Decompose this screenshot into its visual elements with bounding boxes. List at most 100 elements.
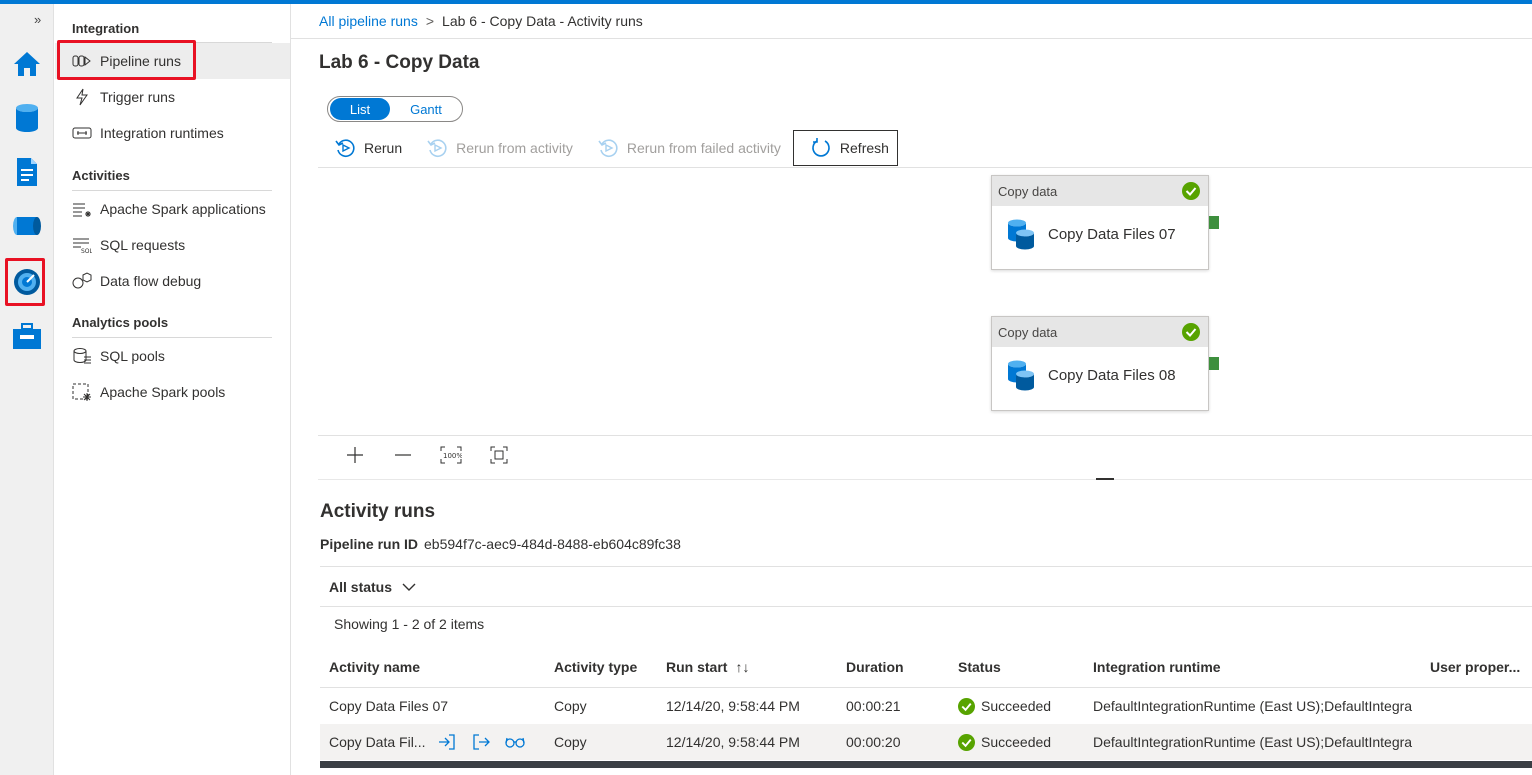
cell-integration-runtime: DefaultIntegrationRuntime (East US);Defa…: [1093, 734, 1413, 750]
cell-activity-type: Copy: [554, 734, 587, 750]
activity-output-port[interactable]: [1209, 357, 1219, 370]
expand-icon[interactable]: »: [34, 12, 41, 27]
run-id-value: eb594f7c-aec9-484d-8488-eb604c89fc38: [424, 536, 681, 552]
cell-integration-runtime: DefaultIntegrationRuntime (East US);Defa…: [1093, 698, 1413, 714]
pipeline-canvas: Copy data Copy Data Files 07 Copy data C…: [318, 169, 1532, 437]
rerun-from-activity-button[interactable]: Rerun from activity: [410, 130, 581, 166]
cell-duration: 00:00:20: [846, 734, 901, 750]
left-icon-rail: »: [0, 4, 54, 775]
run-id-label: Pipeline run ID: [320, 536, 419, 552]
rerun-button[interactable]: Rerun: [318, 130, 410, 166]
activity-card-body: Copy Data Files 07: [992, 206, 1208, 262]
refresh-icon: [810, 137, 832, 159]
divider: [318, 479, 1532, 480]
success-check-icon: [1182, 323, 1200, 341]
copy-data-icon: [1006, 218, 1036, 250]
nav-item-label: Data flow debug: [100, 273, 202, 289]
cell-status: Succeeded: [958, 724, 1088, 760]
integrate-icon[interactable]: [11, 210, 43, 242]
details-glasses-icon[interactable]: [505, 733, 526, 751]
activity-card-header: Copy data: [992, 317, 1208, 347]
rerun-icon: [334, 137, 356, 159]
divider: [318, 435, 1532, 436]
integration-runtime-icon: [72, 123, 92, 143]
cell-activity-type: Copy: [554, 698, 587, 714]
cell-activity-name: Copy Data Files 07: [329, 698, 449, 714]
success-check-icon: [1182, 182, 1200, 200]
develop-icon[interactable]: [11, 156, 43, 188]
monitor-nav-panel: Integration Pipeline runs Trigger runs I…: [55, 4, 291, 775]
pipeline-runs-highlight-box: [57, 40, 196, 80]
activity-card-header: Copy data: [992, 176, 1208, 206]
nav-item-label: Apache Spark applications: [100, 201, 266, 217]
cell-activity-name: Copy Data Fil...: [329, 724, 539, 760]
page-title: Lab 6 - Copy Data: [319, 52, 480, 73]
pipeline-run-id: Pipeline run ID eb594f7c-aec9-484d-8488-…: [320, 536, 681, 552]
pane-resize-handle[interactable]: [1096, 478, 1114, 480]
column-header[interactable]: Activity type: [554, 646, 654, 687]
table-row[interactable]: Copy Data Files 07 Copy 12/14/20, 9:58:4…: [320, 688, 1532, 724]
main-content: All pipeline runs > Lab 6 - Copy Data - …: [291, 4, 1532, 775]
monitor-highlight-box: [5, 258, 45, 306]
nav-item-sql-requests[interactable]: SQL SQL requests: [55, 227, 290, 263]
horizontal-scrollbar[interactable]: [320, 761, 1532, 768]
toggle-list[interactable]: List: [330, 98, 390, 120]
output-icon[interactable]: [471, 733, 491, 751]
column-header-run-start[interactable]: Run start ↑↓: [666, 646, 836, 687]
breadcrumb-all-pipeline-runs[interactable]: All pipeline runs: [319, 13, 418, 29]
table-row[interactable]: Copy Data Fil... Copy 12/14/20, 9:58:44 …: [320, 724, 1532, 760]
nav-item-label: SQL requests: [100, 237, 186, 253]
rerun-from-activity-label: Rerun from activity: [456, 139, 573, 156]
chevron-down-icon[interactable]: [402, 579, 416, 595]
nav-section-analytics-pools: Analytics pools: [72, 315, 169, 330]
home-icon[interactable]: [11, 48, 43, 80]
column-header[interactable]: Integration runtime: [1093, 646, 1421, 687]
nav-item-label: Integration runtimes: [100, 125, 224, 141]
activity-runs-table: Activity name Activity type Run start ↑↓…: [320, 646, 1532, 760]
svg-text:100%: 100%: [443, 452, 462, 460]
refresh-button[interactable]: Refresh: [792, 129, 898, 166]
status-filter-dropdown[interactable]: All status: [329, 579, 392, 595]
activity-output-port[interactable]: [1209, 216, 1219, 229]
row-actions: [437, 733, 526, 751]
toggle-gantt[interactable]: Gantt: [390, 102, 462, 117]
activity-name: Copy Data Files 07: [1048, 225, 1176, 243]
nav-section-activities: Activities: [72, 168, 130, 183]
nav-item-apache-spark-applications[interactable]: Apache Spark applications: [55, 191, 290, 227]
nav-item-label: Apache Spark pools: [100, 384, 226, 400]
activity-card[interactable]: Copy data Copy Data Files 08: [991, 316, 1209, 411]
nav-item-trigger-runs[interactable]: Trigger runs: [55, 79, 290, 115]
refresh-label: Refresh: [839, 139, 889, 156]
manage-icon[interactable]: [11, 320, 43, 352]
zoom-in-icon[interactable]: [341, 444, 369, 466]
column-header[interactable]: Activity name: [329, 646, 539, 687]
column-header[interactable]: Duration: [846, 646, 946, 687]
success-check-icon: [958, 697, 975, 715]
fit-to-screen-icon[interactable]: [485, 444, 513, 466]
breadcrumb: All pipeline runs > Lab 6 - Copy Data - …: [319, 13, 643, 29]
copy-data-icon: [1006, 359, 1036, 391]
cell-status: Succeeded: [958, 688, 1088, 724]
rerun-from-failed-activity-button[interactable]: Rerun from failed activity: [581, 130, 789, 166]
table-header: Activity name Activity type Run start ↑↓…: [320, 646, 1532, 688]
svg-text:SQL: SQL: [81, 248, 92, 253]
activity-runs-title: Activity runs: [320, 501, 436, 522]
activity-name: Copy Data Files 08: [1048, 366, 1176, 384]
nav-item-integration-runtimes[interactable]: Integration runtimes: [55, 115, 290, 151]
zoom-out-icon[interactable]: [389, 444, 417, 466]
column-header[interactable]: User proper...: [1430, 646, 1530, 687]
column-header-label: Run start: [666, 658, 728, 675]
nav-item-data-flow-debug[interactable]: Data flow debug: [55, 263, 290, 299]
nav-item-sql-pools[interactable]: SQL pools: [55, 338, 290, 374]
cell-duration: 00:00:21: [846, 698, 901, 714]
sort-icon[interactable]: ↑↓: [735, 659, 749, 675]
column-header[interactable]: Status: [958, 646, 1088, 687]
zoom-100-icon[interactable]: 100%: [437, 444, 465, 466]
nav-item-apache-spark-pools[interactable]: Apache Spark pools: [55, 374, 290, 410]
data-icon[interactable]: [11, 102, 43, 134]
rerun-icon: [426, 137, 448, 159]
spark-pools-icon: [72, 382, 92, 402]
sql-requests-icon: SQL: [72, 235, 92, 255]
input-icon[interactable]: [437, 733, 457, 751]
activity-card[interactable]: Copy data Copy Data Files 07: [991, 175, 1209, 270]
